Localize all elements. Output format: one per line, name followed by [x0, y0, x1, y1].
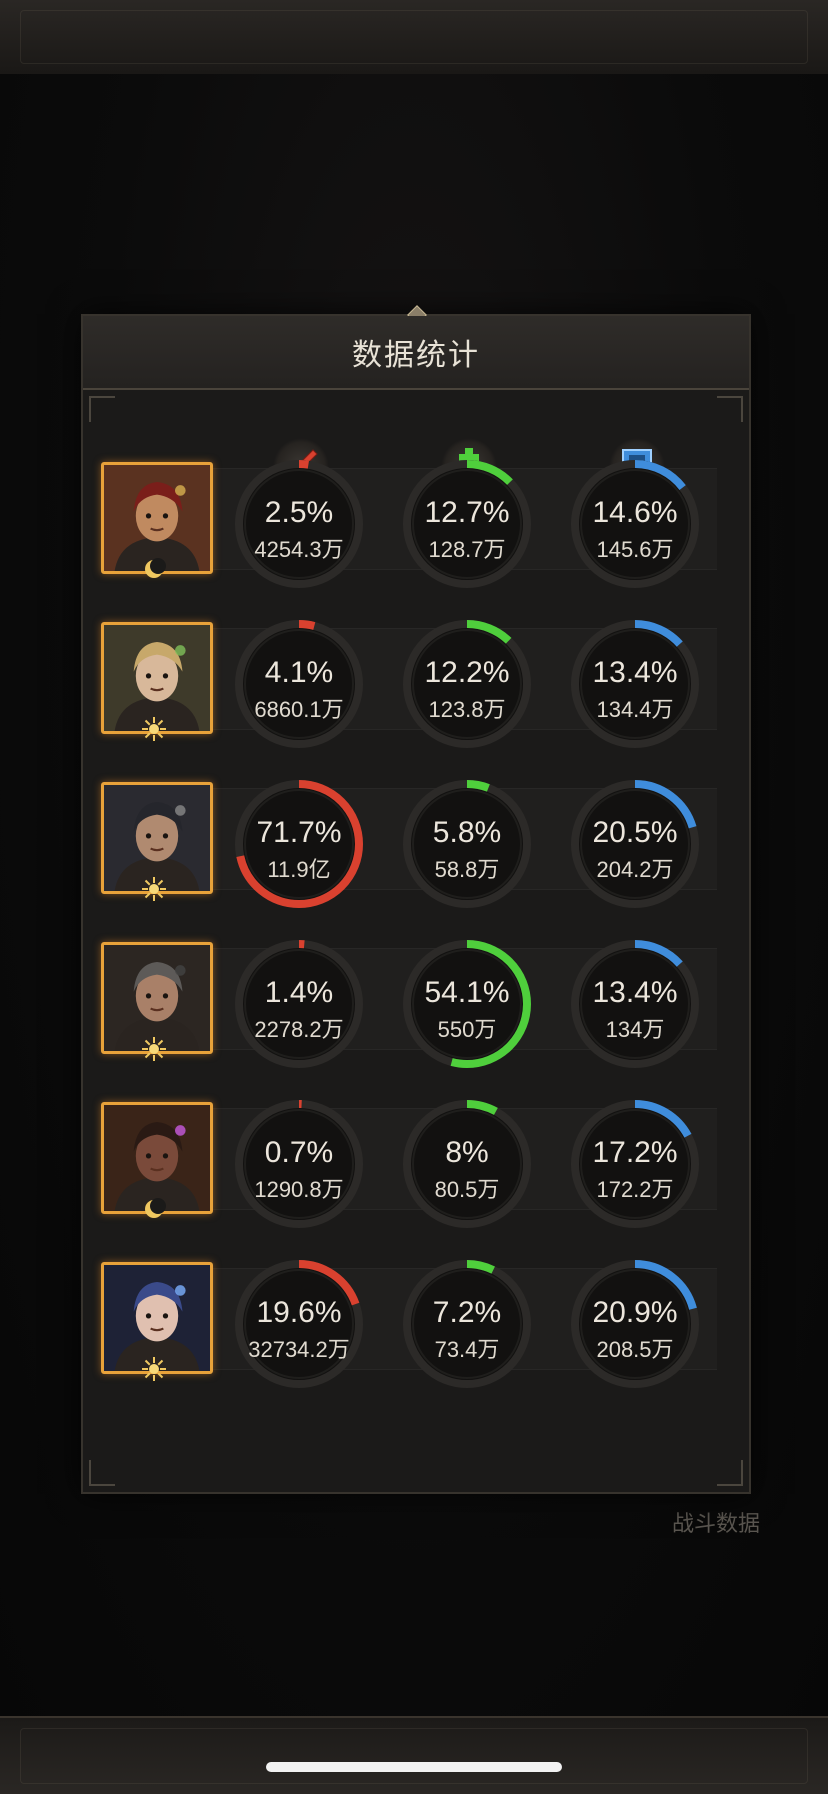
- home-indicator[interactable]: [266, 1762, 562, 1772]
- stat-percent: 5.8%: [432, 816, 502, 849]
- corner-ornament: [89, 396, 115, 422]
- stat-amount: 550万: [437, 1017, 497, 1042]
- double-sun-icon: [142, 877, 166, 901]
- stat-amount: 80.5万: [434, 1177, 500, 1202]
- stat-amount: 73.4万: [434, 1337, 500, 1362]
- double-sun-icon: [142, 1357, 166, 1381]
- stat-ring-heal-plus: 8% 80.5万: [399, 1096, 535, 1232]
- stat-ring-sword-damage: 4.1% 6860.1万: [231, 616, 367, 752]
- stat-percent: 12.2%: [424, 656, 510, 689]
- dialog-header: 数据统计: [83, 316, 749, 390]
- stat-percent: 12.7%: [424, 496, 510, 529]
- stat-amount: 2278.2万: [254, 1017, 344, 1042]
- stat-ring-heal-plus: 7.2% 73.4万: [399, 1256, 535, 1392]
- stat-ring-heal-plus: 12.7% 128.7万: [399, 456, 535, 592]
- stat-percent: 19.6%: [256, 1296, 342, 1329]
- stat-ring-shield-defense: 13.4% 134万: [567, 936, 703, 1072]
- hero-row: 4.1% 6860.1万 12.2% 123.8万 13.4% 134.4万: [99, 616, 729, 756]
- stat-percent: 14.6%: [592, 496, 678, 529]
- battle-data-button-label[interactable]: 战斗数据: [672, 1506, 760, 1538]
- stat-amount: 123.8万: [428, 697, 506, 722]
- stat-ring-sword-damage: 71.7% 11.9亿: [231, 776, 367, 912]
- stat-percent: 20.9%: [592, 1296, 678, 1329]
- stat-ring-sword-damage: 2.5% 4254.3万: [231, 456, 367, 592]
- corner-ornament: [717, 1460, 743, 1486]
- stat-amount: 4254.3万: [254, 537, 344, 562]
- stat-percent: 13.4%: [592, 656, 678, 689]
- stat-ring-sword-damage: 1.4% 2278.2万: [231, 936, 367, 1072]
- stat-ring-shield-defense: 20.9% 208.5万: [567, 1256, 703, 1392]
- hero-row: 0.7% 1290.8万 8% 80.5万 17.2% 172.2万: [99, 1096, 729, 1236]
- corner-ornament: [89, 1460, 115, 1486]
- stat-ring-shield-defense: 14.6% 145.6万: [567, 456, 703, 592]
- stat-percent: 17.2%: [592, 1136, 678, 1169]
- stat-percent: 13.4%: [592, 976, 678, 1009]
- stat-amount: 32734.2万: [248, 1337, 350, 1362]
- stat-amount: 172.2万: [596, 1177, 674, 1202]
- stat-ring-sword-damage: 19.6% 32734.2万: [231, 1256, 367, 1392]
- stat-amount: 134万: [605, 1017, 665, 1042]
- stat-ring-heal-plus: 12.2% 123.8万: [399, 616, 535, 752]
- stat-percent: 7.2%: [432, 1296, 502, 1329]
- hero-row: 19.6% 32734.2万 7.2% 73.4万 20.9% 208.5万: [99, 1256, 729, 1396]
- stat-amount: 1290.8万: [254, 1177, 344, 1202]
- stat-amount: 204.2万: [596, 857, 674, 882]
- crescent-moon-icon: [145, 558, 166, 578]
- stat-ring-sword-damage: 0.7% 1290.8万: [231, 1096, 367, 1232]
- stat-percent: 1.4%: [264, 976, 334, 1009]
- stat-percent: 8%: [445, 1136, 489, 1169]
- stats-dialog: 数据统计 2.5% 4254.3万 12.7% 128.7万 14.6% 145.6万 4.…: [81, 305, 751, 1494]
- stat-percent: 0.7%: [264, 1136, 334, 1169]
- stat-percent: 2.5%: [264, 496, 334, 529]
- stat-amount: 208.5万: [596, 1337, 674, 1362]
- stat-ring-heal-plus: 5.8% 58.8万: [399, 776, 535, 912]
- stat-ring-shield-defense: 13.4% 134.4万: [567, 616, 703, 752]
- stat-amount: 145.6万: [596, 537, 674, 562]
- stat-percent: 71.7%: [256, 816, 342, 849]
- stat-percent: 4.1%: [264, 656, 334, 689]
- stat-ring-shield-defense: 20.5% 204.2万: [567, 776, 703, 912]
- bottom-ornament-bar: [0, 1716, 828, 1794]
- top-ornament-bar: [0, 0, 828, 76]
- stat-ring-heal-plus: 54.1% 550万: [399, 936, 535, 1072]
- stat-amount: 128.7万: [428, 537, 506, 562]
- sun-icon: [142, 717, 166, 741]
- hero-row: 2.5% 4254.3万 12.7% 128.7万 14.6% 145.6万: [99, 456, 729, 596]
- hero-row: 1.4% 2278.2万 54.1% 550万 13.4% 134万: [99, 936, 729, 1076]
- stat-percent: 20.5%: [592, 816, 678, 849]
- stat-percent: 54.1%: [424, 976, 510, 1009]
- corner-ornament: [717, 396, 743, 422]
- stat-amount: 58.8万: [434, 857, 500, 882]
- crescent-moon-icon: [145, 1198, 166, 1218]
- stat-amount: 6860.1万: [254, 697, 344, 722]
- sun-icon: [142, 1037, 166, 1061]
- dialog-title: 数据统计: [352, 339, 480, 372]
- hero-row: 71.7% 11.9亿 5.8% 58.8万 20.5% 204.2万: [99, 776, 729, 916]
- stat-amount: 134.4万: [596, 697, 674, 722]
- stat-amount: 11.9亿: [267, 857, 331, 882]
- stat-ring-shield-defense: 17.2% 172.2万: [567, 1096, 703, 1232]
